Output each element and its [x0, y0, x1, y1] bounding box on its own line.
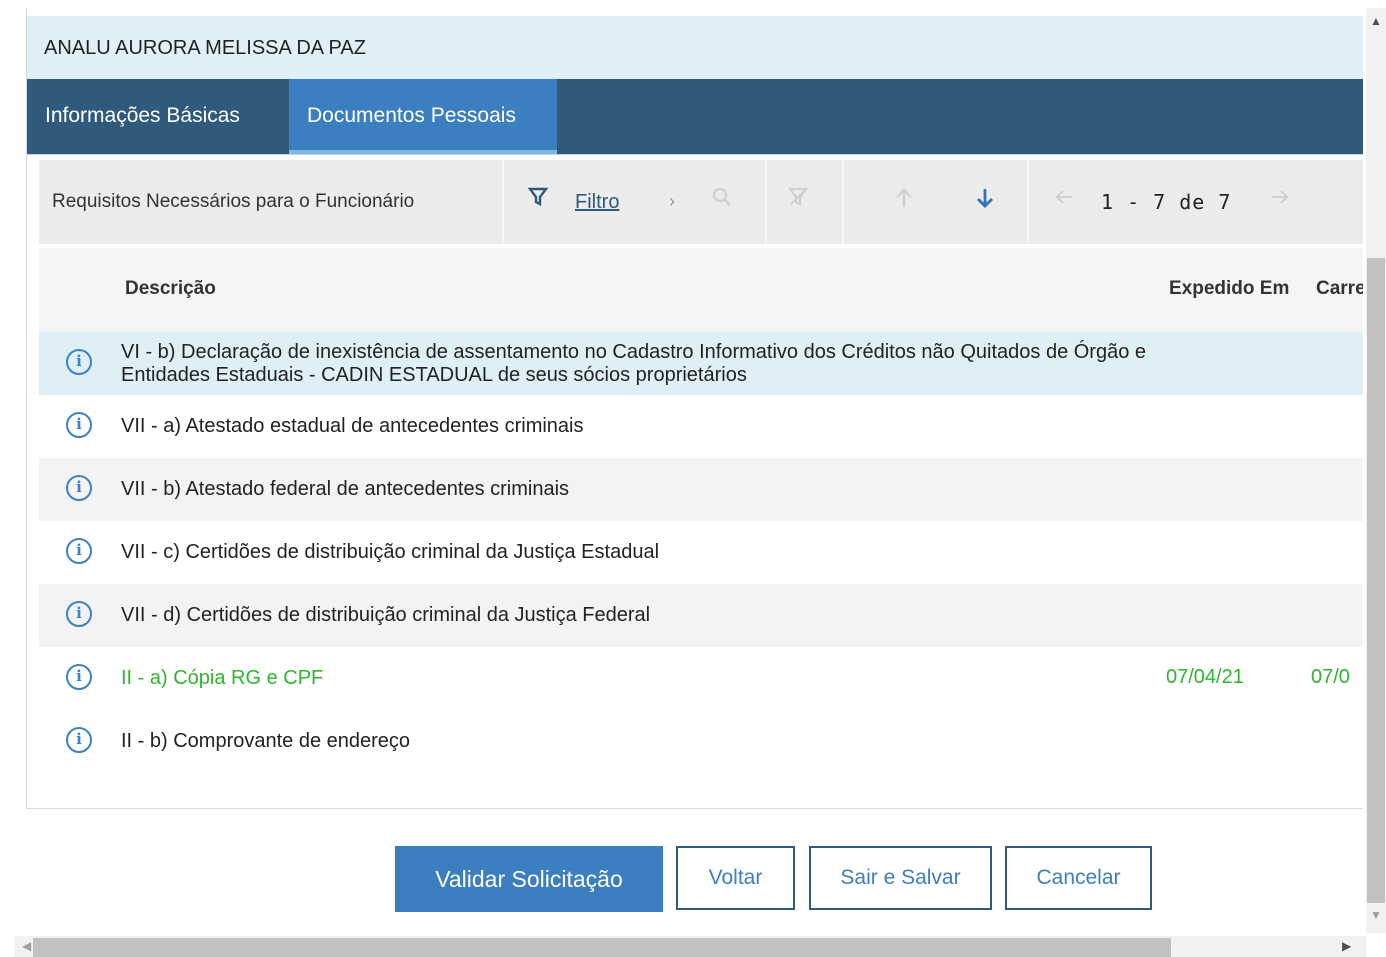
cancelar-button[interactable]: Cancelar [1005, 846, 1152, 910]
tab-informacoes-basicas[interactable]: Informações Básicas [27, 79, 289, 154]
column-header-descricao[interactable]: Descrição [125, 278, 216, 300]
table-row[interactable]: i VII - d) Certidões de distribuição cri… [39, 584, 1363, 647]
info-icon[interactable]: i [66, 412, 92, 438]
row-description: VI - b) Declaração de inexistência de as… [121, 340, 1147, 386]
table-row[interactable]: i VII - c) Certidões de distribuição cri… [39, 521, 1363, 584]
document-list: i VI - b) Declaração de inexistência de … [39, 332, 1363, 773]
info-icon[interactable]: i [66, 538, 92, 564]
row-description: VII - b) Atestado federal de antecedente… [121, 478, 570, 500]
employee-name: ANALU AURORA MELISSA DA PAZ [27, 16, 1363, 87]
vertical-scrollbar-thumb[interactable] [1367, 258, 1385, 903]
horizontal-scrollbar-thumb[interactable] [33, 938, 1171, 957]
row-description: II - b) Comprovante de endereço [121, 730, 411, 752]
chevron-right-icon[interactable]: › [657, 186, 687, 216]
arrow-up-icon[interactable] [889, 186, 919, 216]
row-description: VII - d) Certidões de distribuição crimi… [121, 604, 651, 626]
table-row[interactable]: i VI - b) Declaração de inexistência de … [39, 332, 1363, 395]
info-icon[interactable]: i [66, 601, 92, 627]
table-row[interactable]: i II - a) Cópia RG e CPF 07/04/21 07/0 [39, 647, 1363, 710]
arrow-down-icon[interactable] [970, 186, 1000, 216]
clear-filter-icon[interactable] [783, 186, 813, 216]
grid-header: Descrição Expedido Em Carre [39, 248, 1363, 332]
scroll-up-icon[interactable]: ▲ [1370, 14, 1382, 28]
table-row[interactable]: i VII - b) Atestado federal de anteceden… [39, 458, 1363, 521]
column-header-expedido-em[interactable]: Expedido Em [1169, 278, 1289, 300]
scroll-left-icon[interactable]: ◀ [22, 939, 31, 953]
toolbar-divider [842, 160, 844, 244]
info-icon[interactable]: i [66, 475, 92, 501]
column-header-carregado[interactable]: Carre [1316, 278, 1363, 300]
table-row[interactable]: i II - b) Comprovante de endereço [39, 710, 1363, 773]
table-row[interactable]: i VII - a) Atestado estadual de antecede… [39, 395, 1363, 458]
tab-documentos-pessoais[interactable]: Documentos Pessoais [289, 79, 557, 154]
filter-link[interactable]: Filtro [575, 187, 619, 217]
voltar-button[interactable]: Voltar [676, 846, 795, 910]
tab-bar: Informações Básicas Documentos Pessoais [27, 79, 1363, 155]
toolbar-title: Requisitos Necessários para o Funcionári… [52, 191, 415, 212]
toolbar-divider [1027, 160, 1029, 244]
employee-panel: ANALU AURORA MELISSA DA PAZ Informações … [26, 8, 1363, 809]
toolbar-divider [765, 160, 767, 244]
info-icon[interactable]: i [66, 664, 92, 690]
row-expedido-em: 07/04/21 [1166, 666, 1244, 688]
arrow-left-icon[interactable] [1049, 186, 1079, 216]
scroll-right-icon[interactable]: ▶ [1342, 939, 1351, 953]
arrow-right-icon[interactable] [1265, 186, 1295, 216]
row-description: VII - a) Atestado estadual de antecedent… [121, 415, 584, 437]
sair-e-salvar-button[interactable]: Sair e Salvar [809, 846, 992, 910]
scroll-down-icon[interactable]: ▼ [1370, 908, 1382, 922]
row-description: II - a) Cópia RG e CPF [121, 667, 324, 689]
row-description: VII - c) Certidões de distribuição crimi… [121, 541, 660, 563]
toolbar-divider [502, 160, 504, 244]
validar-solicitacao-button[interactable]: Validar Solicitação [395, 846, 663, 912]
search-icon[interactable] [707, 186, 737, 216]
pagination-info: 1 - 7 de 7 [1101, 190, 1232, 214]
info-icon[interactable]: i [66, 349, 92, 375]
row-carregado: 07/0 [1311, 666, 1350, 688]
info-icon[interactable]: i [66, 727, 92, 753]
filter-icon[interactable] [523, 186, 553, 216]
grid-toolbar: Requisitos Necessários para o Funcionári… [39, 160, 1363, 244]
